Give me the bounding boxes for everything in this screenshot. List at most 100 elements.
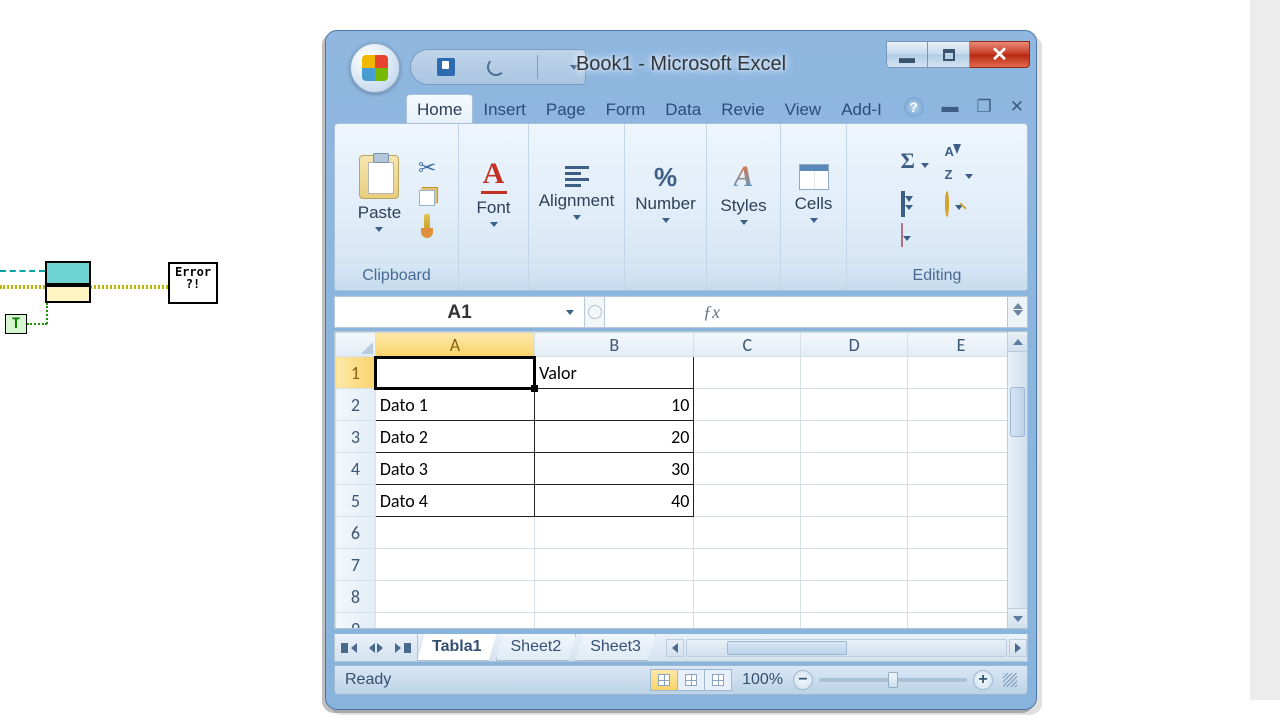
styles-button[interactable]: A Styles [714,158,772,229]
tab-nav-last[interactable] [395,643,411,653]
col-header-D[interactable]: D [801,333,908,357]
cell-D5[interactable] [801,485,908,517]
zoom-handle[interactable] [888,672,898,688]
tab-nav-first[interactable] [341,643,357,653]
row-header-8[interactable]: 8 [336,581,376,613]
cell-B7[interactable] [535,549,694,581]
cell-E4[interactable] [908,453,1007,485]
hscroll-thumb[interactable] [727,641,847,655]
cell-A3[interactable]: Dato 2 [375,421,534,453]
cell-D9[interactable] [801,613,908,629]
qat-customize-dropdown[interactable] [570,65,578,70]
cell-B9[interactable] [535,613,694,629]
cell-B2[interactable]: 10 [535,389,694,421]
view-page-layout-button[interactable] [677,669,705,691]
tab-addins[interactable]: Add-I [831,95,892,124]
cell-B5[interactable]: 40 [535,485,694,517]
help-icon[interactable]: ? [904,97,924,117]
alignment-button[interactable]: Alignment [533,162,621,224]
view-page-break-button[interactable] [704,669,732,691]
cell-E1[interactable] [908,357,1007,389]
zoom-track[interactable] [819,678,967,682]
find-button[interactable] [945,193,974,216]
tab-nav-prev[interactable] [359,643,375,653]
cell-C1[interactable] [694,357,801,389]
tab-view[interactable]: View [775,95,832,124]
cell-E8[interactable] [908,581,1007,613]
cell-A5[interactable]: Dato 4 [375,485,534,517]
cell-D8[interactable] [801,581,908,613]
cell-E7[interactable] [908,549,1007,581]
cell-D4[interactable] [801,453,908,485]
cell-C6[interactable] [694,517,801,549]
sort-filter-button[interactable]: AZ [945,139,974,185]
tab-insert[interactable]: Insert [473,95,536,124]
cell-D2[interactable] [801,389,908,421]
tab-formulas[interactable]: Form [596,95,656,124]
cell-A4[interactable]: Dato 3 [375,453,534,485]
cell-E9[interactable] [908,613,1007,629]
horizontal-scrollbar[interactable] [666,639,1027,657]
cell-B8[interactable] [535,581,694,613]
cell-A2[interactable]: Dato 1 [375,389,534,421]
tab-review[interactable]: Revie [711,95,774,124]
cell-D1[interactable] [801,357,908,389]
col-header-A[interactable]: A [375,333,534,357]
cell-A6[interactable] [375,517,534,549]
row-header-3[interactable]: 3 [336,421,376,453]
zoom-level[interactable]: 100% [742,671,783,689]
cell-E5[interactable] [908,485,1007,517]
fx-icon[interactable]: ƒx [703,303,720,321]
row-header-1[interactable]: 1 [336,357,376,389]
font-button[interactable]: A Font [470,155,516,231]
col-header-C[interactable]: C [694,333,801,357]
tab-home[interactable]: Home [406,94,473,124]
scroll-left-button[interactable] [666,639,684,657]
cell-A1[interactable] [375,357,534,389]
scroll-right-button[interactable] [1009,639,1027,657]
scroll-down-button[interactable] [1008,608,1027,628]
scroll-up-button[interactable] [1008,332,1027,352]
qat-undo-icon[interactable] [487,58,505,76]
zoom-out-button[interactable]: − [793,670,813,690]
select-all-corner[interactable] [336,333,376,357]
name-box[interactable]: A1 [335,297,585,327]
cell-D3[interactable] [801,421,908,453]
tab-page[interactable]: Page [536,95,596,124]
cut-icon[interactable]: ✂ [413,154,441,182]
cell-A9[interactable] [375,613,534,629]
cell-C3[interactable] [694,421,801,453]
row-header-4[interactable]: 4 [336,453,376,485]
cells-button[interactable]: Cells [789,160,839,227]
tab-nav-next[interactable] [377,643,393,653]
number-button[interactable]: % Number [629,160,701,227]
col-header-E[interactable]: E [908,333,1007,357]
office-button[interactable] [350,43,400,93]
cell-C2[interactable] [694,389,801,421]
sheet-tab-sheet3[interactable]: Sheet3 [575,634,656,661]
spreadsheet-grid[interactable]: A B C D E 1 Valor 2 Dato 1 10 3 [335,332,1007,628]
resize-grip-icon[interactable] [1003,673,1017,687]
row-header-9[interactable]: 9 [336,613,376,629]
view-normal-button[interactable] [650,669,678,691]
minimize-button[interactable]: ▬ [886,41,928,68]
cell-B4[interactable]: 30 [535,453,694,485]
mdi-minimize-icon[interactable]: ▬ [942,97,959,117]
cell-B6[interactable] [535,517,694,549]
row-header-7[interactable]: 7 [336,549,376,581]
clear-button[interactable] [901,224,929,247]
row-header-6[interactable]: 6 [336,517,376,549]
row-header-2[interactable]: 2 [336,389,376,421]
cell-A8[interactable] [375,581,534,613]
copy-icon[interactable] [419,190,435,206]
paste-button[interactable]: Paste [352,151,407,236]
cell-E2[interactable] [908,389,1007,421]
vscroll-thumb[interactable] [1010,387,1025,437]
cell-D7[interactable] [801,549,908,581]
mdi-restore-icon[interactable]: ❐ [977,97,992,117]
cell-C8[interactable] [694,581,801,613]
formula-input[interactable]: ƒx [605,297,1007,327]
sheet-tab-tabla1[interactable]: Tabla1 [417,634,497,661]
close-button[interactable]: ✕ [970,41,1030,68]
zoom-in-button[interactable]: + [973,670,993,690]
